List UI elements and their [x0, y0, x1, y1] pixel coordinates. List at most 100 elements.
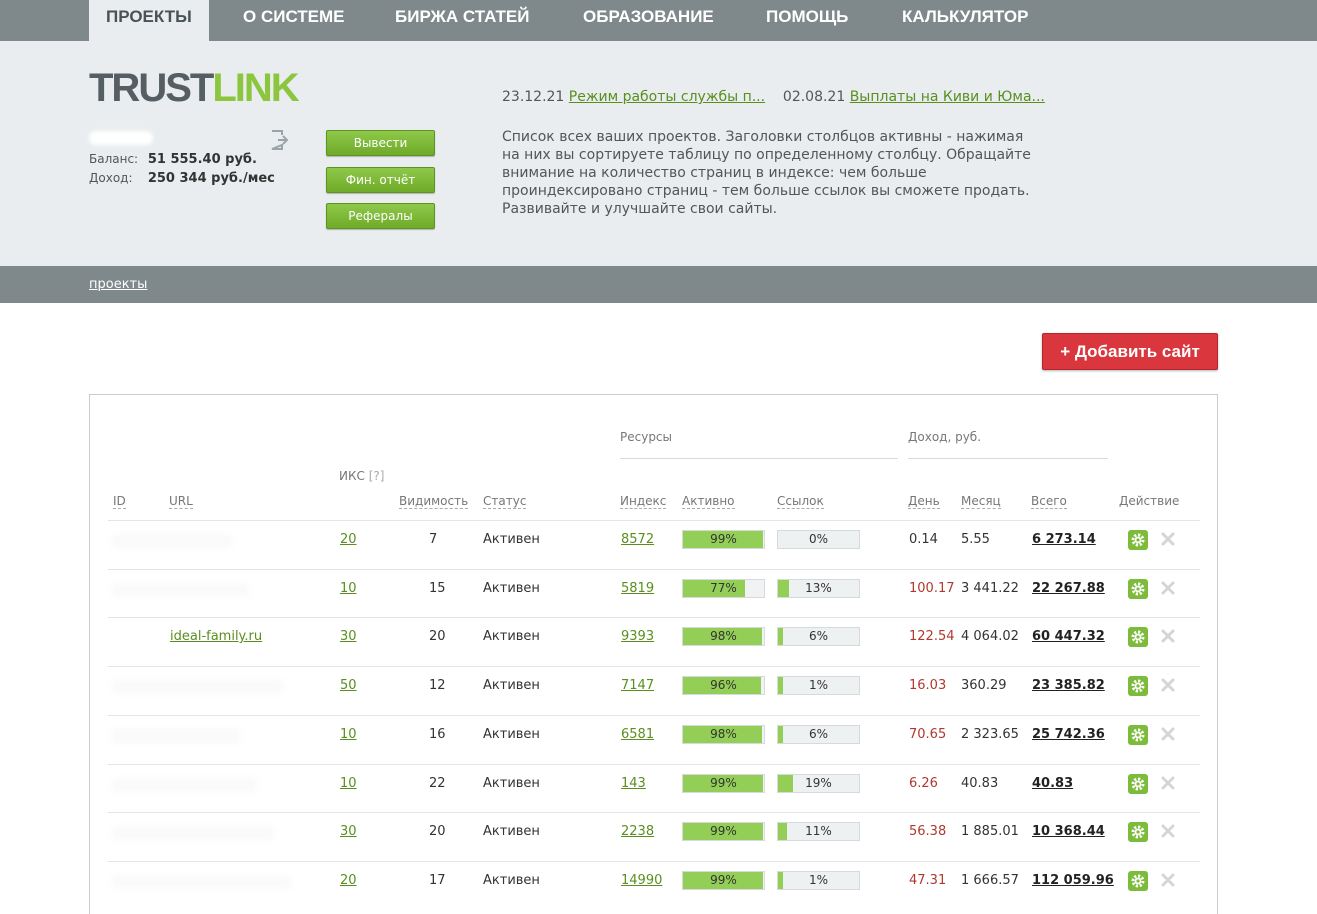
visibility-cell: 17 [429, 872, 446, 888]
active-progress-label: 99% [710, 872, 737, 887]
active-progress-bar: 99% [682, 870, 765, 890]
visibility-cell: 20 [429, 629, 446, 645]
column-header-links[interactable]: Ссылок [777, 494, 824, 509]
news-link-1[interactable]: Режим работы службы п... [569, 89, 765, 105]
settings-gear-icon[interactable] [1128, 773, 1148, 794]
group-divider-income [908, 458, 1108, 459]
income-total-link[interactable]: 22 267.88 [1032, 581, 1105, 597]
status-cell: Активен [483, 629, 540, 645]
breadcrumb-projects[interactable]: проекты [89, 277, 147, 292]
links-progress-label: 19% [805, 775, 832, 790]
index-cell: 7147 [621, 678, 654, 694]
delete-close-icon[interactable] [1160, 872, 1176, 888]
index-link[interactable]: 6581 [621, 727, 654, 742]
settings-gear-icon[interactable] [1128, 578, 1148, 599]
iks-cell: 10 [340, 581, 357, 597]
income-total-link[interactable]: 23 385.82 [1032, 678, 1105, 694]
index-cell: 2238 [621, 824, 654, 840]
income-total-link[interactable]: 10 368.44 [1032, 824, 1105, 840]
column-header-day[interactable]: День [908, 494, 940, 509]
iks-help-link[interactable]: [?] [369, 469, 385, 483]
income-total-link[interactable]: 60 447.32 [1032, 629, 1105, 645]
income-label: Доход: [89, 171, 133, 185]
financial-report-button[interactable]: Фин. отчёт [326, 167, 435, 193]
iks-link[interactable]: 20 [340, 532, 357, 547]
index-cell: 8572 [621, 532, 654, 548]
links-progress-bar: 6% [777, 627, 860, 647]
iks-link[interactable]: 10 [340, 581, 357, 596]
project-url-link[interactable]: ideal-family.ru [170, 629, 262, 644]
delete-close-icon[interactable] [1160, 726, 1176, 742]
iks-link[interactable]: 10 [340, 727, 357, 742]
nav-tab-about[interactable]: О СИСТЕМЕ [243, 0, 345, 41]
delete-close-icon[interactable] [1160, 531, 1176, 547]
delete-close-icon[interactable] [1160, 580, 1176, 596]
column-header-url[interactable]: URL [169, 494, 193, 509]
index-link[interactable]: 8572 [621, 532, 654, 547]
nav-tab-projects[interactable]: ПРОЕКТЫ [89, 0, 209, 41]
status-cell: Активен [483, 678, 540, 694]
nav-tab-calculator[interactable]: КАЛЬКУЛЯТОР [902, 0, 1028, 41]
column-header-month[interactable]: Месяц [961, 494, 1001, 509]
referrals-button[interactable]: Рефералы [326, 203, 435, 229]
settings-gear-icon[interactable] [1128, 676, 1148, 697]
index-link[interactable]: 14990 [621, 873, 662, 888]
settings-gear-icon[interactable] [1128, 627, 1148, 648]
delete-close-icon[interactable] [1160, 677, 1176, 693]
nav-tab-articles-exchange[interactable]: БИРЖА СТАТЕЙ [395, 0, 529, 41]
balance-label: Баланс: [89, 152, 139, 166]
settings-gear-icon[interactable] [1128, 822, 1148, 843]
iks-link[interactable]: 30 [340, 824, 357, 839]
column-header-total[interactable]: Всего [1031, 494, 1067, 509]
income-total-link[interactable]: 40.83 [1032, 776, 1073, 792]
add-site-button[interactable]: + Добавить сайт [1042, 333, 1218, 370]
logo[interactable]: TRUSTLINK [89, 68, 300, 108]
links-progress-bar: 13% [777, 578, 860, 598]
breadcrumb: проекты [0, 266, 1317, 303]
top-navigation: ПРОЕКТЫ О СИСТЕМЕ БИРЖА СТАТЕЙ ОБРАЗОВАН… [0, 0, 1317, 41]
income-day-cell: 47.31 [909, 872, 947, 888]
visibility-cell: 20 [429, 824, 446, 840]
column-header-status[interactable]: Статус [483, 494, 527, 509]
index-link[interactable]: 9393 [621, 629, 654, 644]
links-progress-label: 1% [808, 678, 829, 693]
column-header-index[interactable]: Индекс [620, 494, 667, 509]
delete-close-icon[interactable] [1160, 775, 1176, 791]
settings-gear-icon[interactable] [1128, 530, 1148, 550]
delete-close-icon[interactable] [1160, 823, 1176, 839]
page-description: Список всех ваших проектов. Заголовки ст… [502, 129, 1031, 217]
index-link[interactable]: 143 [621, 776, 646, 791]
iks-link[interactable]: 30 [340, 629, 357, 644]
index-link[interactable]: 7147 [621, 678, 654, 693]
iks-link[interactable]: 50 [340, 678, 357, 693]
news-ticker: 23.12.21 Режим работы службы п... 02.08.… [502, 89, 1045, 105]
settings-gear-icon[interactable] [1128, 724, 1148, 745]
status-cell: Активен [483, 824, 540, 840]
withdraw-button[interactable]: Вывести [326, 130, 435, 156]
links-progress-label: 1% [808, 872, 829, 887]
column-header-visibility[interactable]: Видимость [399, 494, 469, 509]
logout-icon[interactable] [268, 129, 288, 151]
nav-tab-help[interactable]: ПОМОЩЬ [766, 0, 848, 41]
column-header-active[interactable]: Активно [682, 494, 735, 509]
column-header-iks[interactable]: ИКС [?] [339, 469, 384, 483]
settings-gear-icon[interactable] [1128, 870, 1148, 891]
iks-link[interactable]: 20 [340, 873, 357, 888]
index-link[interactable]: 5819 [621, 581, 654, 596]
news-date-1: 23.12.21 [502, 89, 565, 105]
visibility-cell: 12 [429, 678, 446, 694]
column-header-id[interactable]: ID [113, 494, 126, 509]
index-link[interactable]: 2238 [621, 824, 654, 839]
income-total-link[interactable]: 6 273.14 [1032, 532, 1096, 548]
income-total-link[interactable]: 25 742.36 [1032, 727, 1105, 743]
delete-close-icon[interactable] [1160, 628, 1176, 644]
index-cell: 14990 [621, 873, 662, 889]
nav-tab-education[interactable]: ОБРАЗОВАНИЕ [583, 0, 714, 41]
links-progress-bar: 19% [777, 773, 860, 793]
active-progress-bar: 99% [682, 822, 765, 842]
iks-cell: 20 [340, 873, 357, 889]
news-link-2[interactable]: Выплаты на Киви и Юма... [850, 89, 1045, 105]
iks-link[interactable]: 10 [340, 776, 357, 791]
status-cell: Активен [483, 872, 540, 888]
income-total-link[interactable]: 112 059.96 [1032, 873, 1114, 889]
